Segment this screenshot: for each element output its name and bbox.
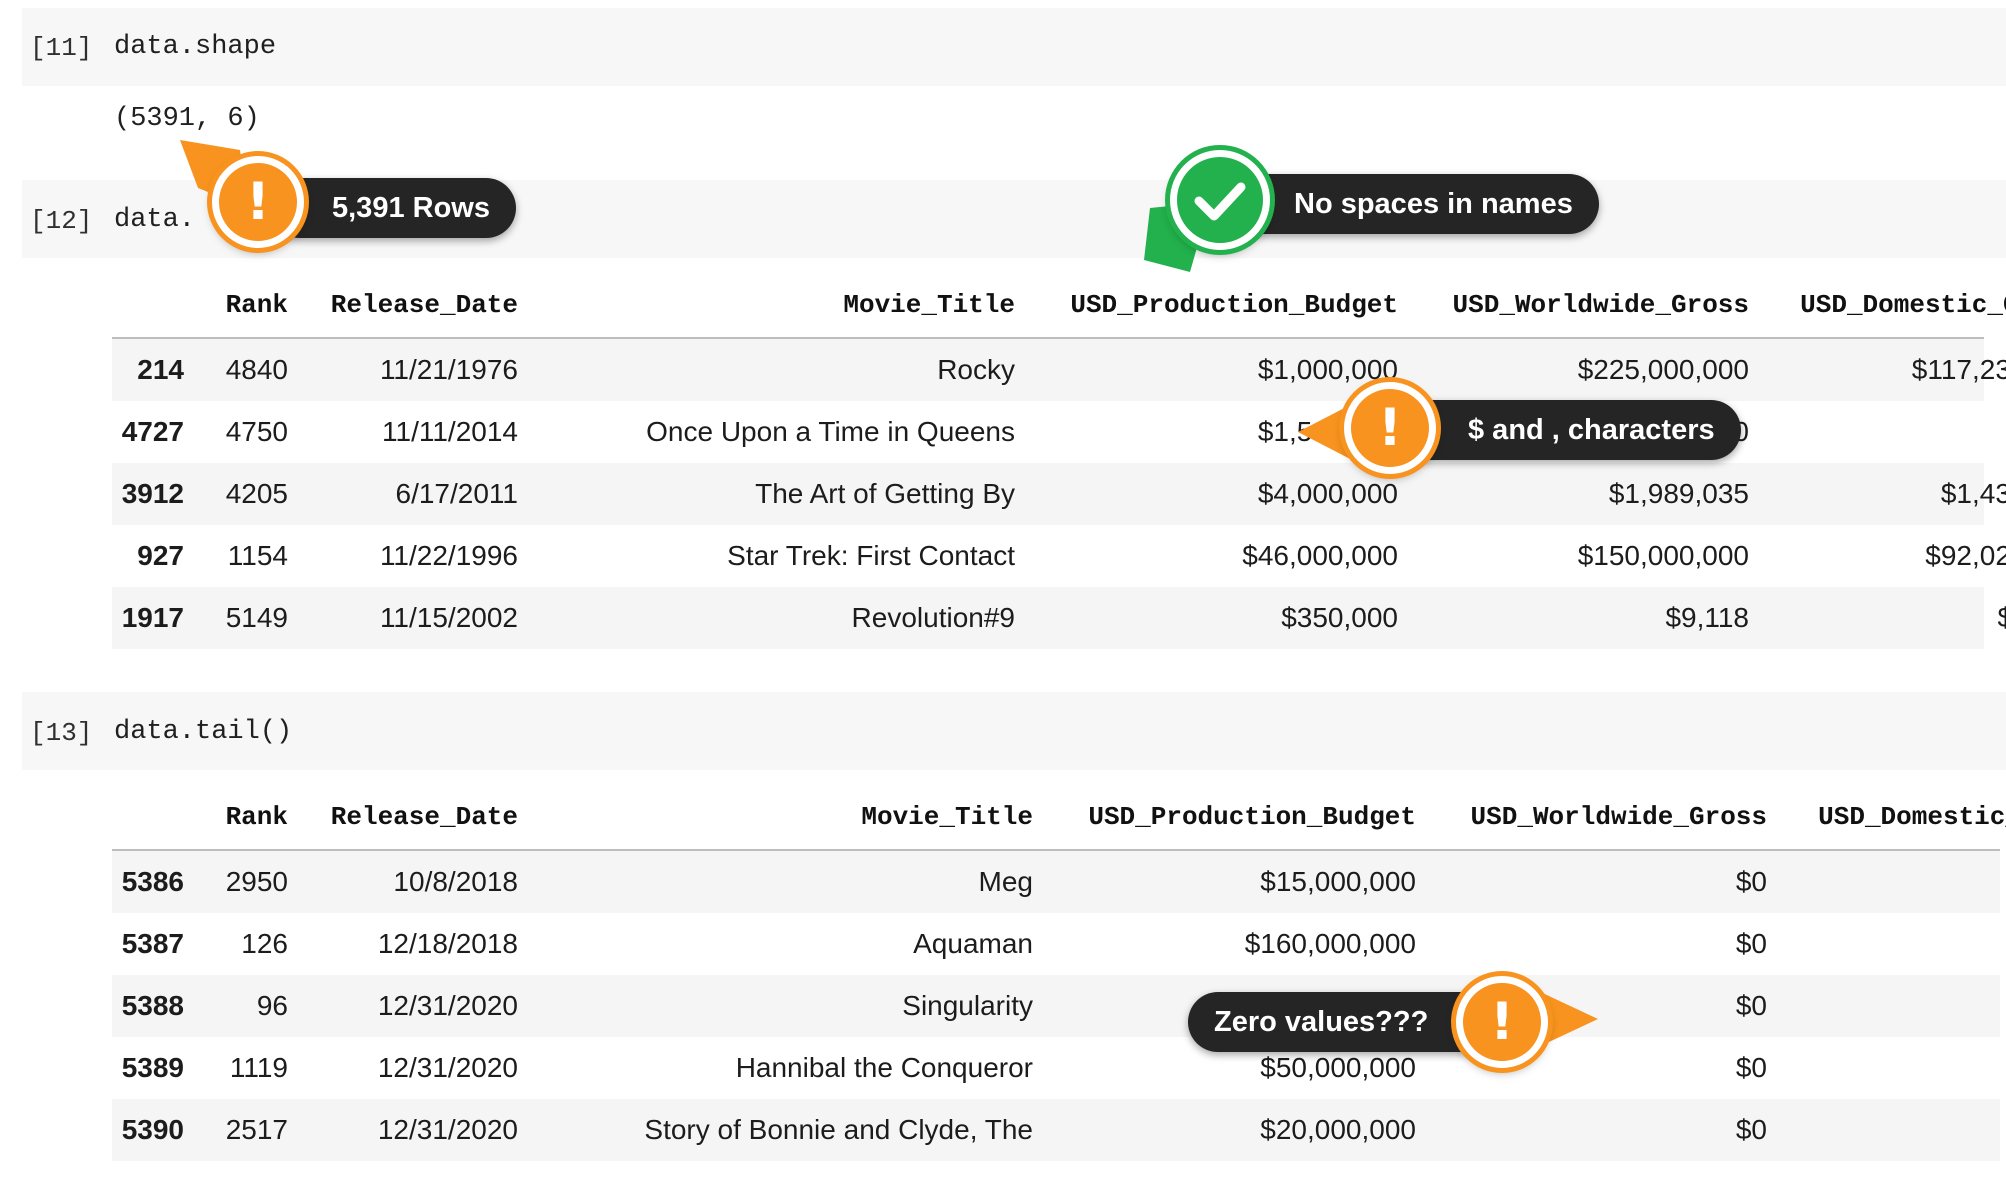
cell-production-budget: $160,000,000 bbox=[1244, 928, 1416, 959]
cell-release-date: 11/15/2002 bbox=[379, 602, 518, 633]
col-header-release-date: Release_Date bbox=[330, 290, 518, 320]
cell-movie-title: Singularity bbox=[902, 990, 1033, 1021]
table-row: 538712612/18/2018Aquaman$160,000,000$0$0 bbox=[112, 913, 2000, 975]
callout-rows: 5,391 Rows bbox=[270, 178, 516, 238]
cell-production-budget: $20,000,000 bbox=[1260, 1114, 1416, 1145]
col-header-movie-title: Movie_Title bbox=[861, 802, 1033, 832]
cell-movie-title: Rocky bbox=[937, 354, 1015, 385]
cell-domestic-gross: $0 bbox=[1770, 1099, 2006, 1161]
table-row: 5386295010/8/2018Meg$15,000,000$0$0 bbox=[112, 851, 2000, 913]
cell-rank: 4205 bbox=[225, 478, 288, 509]
col-header-worldwide-gross: USD_Worldwide_Gross bbox=[1452, 290, 1749, 320]
table-row: 1917 5149 11/15/2002 Revolution#9 $350,000 $9… bbox=[112, 587, 2006, 649]
cell-release-date: 11/21/1976 bbox=[379, 354, 518, 385]
cell-production-budget: $1,000,000 bbox=[1257, 354, 1398, 385]
code-cell-11[interactable] bbox=[22, 8, 2006, 86]
cell-production-budget: $350,000 bbox=[1281, 602, 1398, 633]
col-header-rank: Rank bbox=[225, 290, 288, 320]
code-cell-13[interactable] bbox=[22, 692, 2006, 770]
cell-worldwide-gross: $1,989,035 bbox=[1608, 478, 1749, 509]
cell-worldwide-gross: $225,000,000 bbox=[1577, 354, 1749, 385]
cell-domestic-gross: $0 bbox=[1770, 975, 2006, 1037]
col-header-production-budget: USD_Production_Budget bbox=[1088, 802, 1416, 832]
cell-movie-title: The Art of Getting By bbox=[755, 478, 1015, 509]
table-row: 927 1154 11/22/1996 Star Trek: First Contac… bbox=[112, 525, 2006, 587]
cell-release-date: 12/31/2020 bbox=[377, 1052, 518, 1083]
cell-domestic-gross: $0 bbox=[1770, 851, 2006, 913]
cell-domestic-gross: $0 bbox=[1770, 913, 2006, 975]
cell-movie-title: Star Trek: First Contact bbox=[727, 540, 1015, 571]
cell-movie-title: Aquaman bbox=[913, 928, 1033, 959]
cell-worldwide-gross: $0 bbox=[1735, 1114, 1767, 1145]
cell-domestic-gross: $117,235,147 bbox=[1911, 354, 2006, 385]
cell-production-budget: $4,000,000 bbox=[1257, 478, 1398, 509]
cell-domestic-gross: $9,118 bbox=[1997, 602, 2006, 633]
cell-movie-title: Hannibal the Conqueror bbox=[735, 1052, 1033, 1083]
warning-icon: ! bbox=[212, 156, 304, 248]
cell-release-date: 10/8/2018 bbox=[393, 866, 518, 897]
warning-icon: ! bbox=[1456, 976, 1548, 1068]
cell-rank: 126 bbox=[241, 928, 288, 959]
col-header-release-date: Release_Date bbox=[330, 802, 518, 832]
cell-release-date: 12/31/2020 bbox=[377, 1114, 518, 1145]
cell-rank: 96 bbox=[256, 990, 288, 1021]
cell-release-date: 12/18/2018 bbox=[377, 928, 518, 959]
cell-production-budget: $15,000,000 bbox=[1260, 866, 1416, 897]
cell-code[interactable]: data.tail() bbox=[114, 717, 292, 747]
table-row: 214 4840 11/21/1976 Rocky $1,000,000 $225,000… bbox=[112, 339, 2006, 401]
cell-rank: 2950 bbox=[225, 866, 288, 897]
cell-rank: 2517 bbox=[225, 1114, 288, 1145]
callout-no-spaces: No spaces in names bbox=[1230, 174, 1599, 234]
cell-worldwide-gross: $0 bbox=[1735, 866, 1767, 897]
checkmark-icon bbox=[1194, 182, 1246, 221]
checkmark-icon bbox=[1170, 150, 1270, 250]
cell-release-date: 12/31/2020 bbox=[377, 990, 518, 1021]
cell-rank: 1119 bbox=[229, 1052, 288, 1083]
cell-release-date: 6/17/2011 bbox=[395, 478, 519, 509]
col-header-production-budget: USD_Production_Budget bbox=[1070, 290, 1398, 320]
table-row: 5390 2517 12/31/2020 Story of Bonnie and Cl… bbox=[112, 1099, 2000, 1161]
cell-domestic-gross: $0 bbox=[1770, 1037, 2006, 1099]
cell-release-date: 11/11/2014 bbox=[382, 416, 518, 447]
cell-code[interactable]: data.shape bbox=[114, 32, 276, 62]
cell-worldwide-gross: $0 bbox=[1735, 928, 1767, 959]
cell-movie-title: Meg bbox=[978, 866, 1033, 897]
col-header-rank: Rank bbox=[225, 802, 288, 832]
cell-movie-title: Revolution#9 bbox=[851, 602, 1015, 633]
warning-icon: ! bbox=[1344, 382, 1436, 474]
cell-output: (5391, 6) bbox=[114, 104, 260, 134]
col-header-worldwide-gross: USD_Worldwide_Gross bbox=[1470, 802, 1767, 832]
cell-prompt: [13] bbox=[30, 718, 93, 748]
cell-movie-title: Story of Bonnie and Clyde, The bbox=[644, 1114, 1033, 1145]
col-header-movie-title: Movie_Title bbox=[843, 290, 1015, 320]
cell-rank: 1154 bbox=[227, 540, 288, 571]
cell-domestic-gross: $1,430,241 bbox=[1940, 478, 2006, 509]
cell-prompt: [11] bbox=[30, 33, 93, 63]
cell-rank: 4750 bbox=[225, 416, 288, 447]
cell-production-budget: $46,000,000 bbox=[1242, 540, 1398, 571]
cell-rank: 4840 bbox=[225, 354, 288, 385]
col-header-domestic-gross: USD_Domestic_Gross bbox=[1800, 290, 2006, 320]
callout-characters: $ and , characters bbox=[1390, 400, 1741, 460]
table-row: 5389 1119 12/31/2020 Hannibal the Conqueror… bbox=[112, 1037, 2000, 1099]
table-row: 3912 4205 6/17/2011 The Art of Getting By $4… bbox=[112, 463, 2006, 525]
table-row: 53889612/31/2020Singularity$175,000,000$… bbox=[112, 975, 2000, 1037]
cell-rank: 5149 bbox=[225, 602, 288, 633]
cell-prompt: [12] bbox=[30, 206, 93, 236]
cell-release-date: 11/22/1996 bbox=[379, 540, 518, 571]
cell-domestic-gross: $92,027,888 bbox=[1925, 540, 2006, 571]
cell-worldwide-gross: $9,118 bbox=[1665, 602, 1749, 633]
col-header-domestic-gross: USD_Domestic_Gross bbox=[1818, 802, 2006, 832]
cell-domestic-gross: $0 bbox=[1752, 401, 2006, 463]
cell-movie-title: Once Upon a Time in Queens bbox=[646, 416, 1015, 447]
cell-worldwide-gross: $150,000,000 bbox=[1577, 540, 1749, 571]
